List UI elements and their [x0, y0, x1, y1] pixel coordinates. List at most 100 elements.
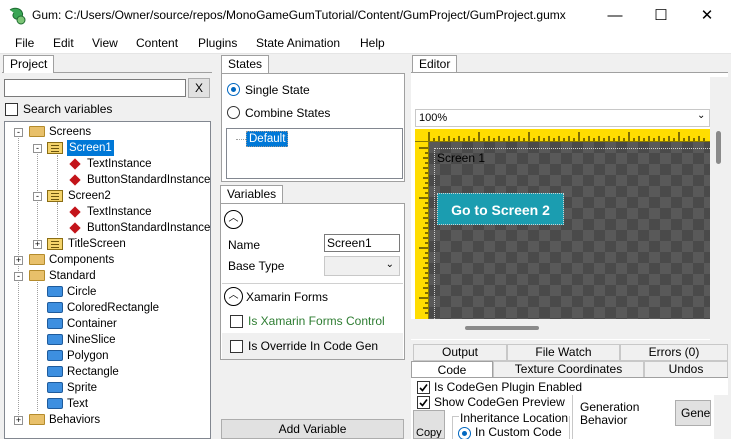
combine-states-radio[interactable]	[227, 106, 240, 119]
ruler-ticks	[419, 147, 428, 314]
is-override-codegen-label: Is Override In Code Gen	[248, 339, 379, 353]
screen-icon	[47, 238, 63, 250]
screen-label[interactable]: Screen 1	[437, 151, 485, 165]
standard-element-icon	[47, 398, 63, 409]
instance-icon	[69, 206, 81, 218]
tree-item-titlescreen[interactable]: + TitleScreen	[5, 236, 205, 252]
state-item-default[interactable]: Default	[246, 131, 289, 147]
tree-item-components[interactable]: + Components	[5, 252, 205, 268]
close-button[interactable]: ✕	[684, 0, 730, 32]
combine-states-label: Combine States	[245, 106, 331, 120]
expand-icon[interactable]: +	[33, 240, 42, 249]
tree-item-label: TextInstance	[87, 206, 152, 218]
clear-search-button[interactable]: X	[188, 78, 210, 98]
tree-item-buttonstandardinstance[interactable]: ButtonStandardInstance	[5, 220, 210, 236]
show-preview-checkbox[interactable]	[417, 396, 430, 409]
tree-connector	[236, 139, 246, 140]
xamarin-forms-header: Xamarin Forms	[246, 290, 329, 304]
scroll-thumb[interactable]	[465, 326, 539, 330]
search-input[interactable]	[4, 79, 186, 97]
is-xamarin-control-label: Is Xamarin Forms Control	[248, 314, 385, 328]
menu-plugins[interactable]: Plugins	[198, 36, 237, 50]
tree-item-rectangle[interactable]: Rectangle	[5, 364, 205, 380]
single-state-radio[interactable]	[227, 83, 240, 96]
tree-item-label: ButtonStandardInstance	[87, 222, 211, 234]
tab-output[interactable]: Output	[413, 344, 507, 361]
standard-element-icon	[47, 334, 63, 345]
menu-help[interactable]: Help	[360, 36, 385, 50]
tree-item-buttonstandardinstance[interactable]: ButtonStandardInstance	[5, 172, 210, 188]
minimize-button[interactable]: —	[592, 0, 638, 32]
tree-item-screen1[interactable]: - Screen1	[5, 140, 205, 156]
menu-content[interactable]: Content	[136, 36, 178, 50]
window-title: Gum: C:/Users/Owner/source/repos/MonoGam…	[32, 8, 566, 22]
maximize-button[interactable]: ☐	[638, 0, 684, 32]
tab-project[interactable]: Project	[3, 55, 55, 73]
collapse-icon[interactable]: -	[14, 272, 23, 281]
zoom-select[interactable]: 100%	[415, 109, 710, 127]
tree-item-standard[interactable]: - Standard	[5, 268, 205, 284]
tree-item-label: Rectangle	[67, 366, 119, 378]
project-tree[interactable]: - Screens - Screen1 TextInstance ButtonS…	[4, 121, 211, 439]
tree-item-nineslice[interactable]: NineSlice	[5, 332, 205, 348]
tree-item-screen2[interactable]: - Screen2	[5, 188, 205, 204]
editor-vertical-scrollbar[interactable]	[710, 77, 728, 340]
expand-icon[interactable]: +	[14, 256, 23, 265]
tree-item-label: Circle	[67, 286, 97, 298]
code-panel-scrollbar[interactable]	[714, 395, 728, 439]
ruler-vertical	[415, 142, 429, 319]
generation-behavior-select[interactable]: Gene	[675, 400, 711, 426]
menu-edit[interactable]: Edit	[53, 36, 74, 50]
collapse-icon[interactable]: -	[33, 144, 42, 153]
editor-horizontal-scrollbar[interactable]	[411, 319, 710, 339]
tree-item-screens[interactable]: - Screens	[5, 124, 205, 140]
menu-view[interactable]: View	[92, 36, 118, 50]
go-to-screen2-button[interactable]: Go to Screen 2	[437, 193, 564, 225]
tree-item-sprite[interactable]: Sprite	[5, 380, 205, 396]
inheritance-location-label: Inheritance Location	[459, 411, 570, 425]
checkmark-icon	[419, 399, 428, 407]
collapse-icon[interactable]: -	[14, 128, 23, 137]
tab-file-watch[interactable]: File Watch	[507, 344, 620, 361]
menu-state-animation[interactable]: State Animation	[256, 36, 340, 50]
expand-icon[interactable]: +	[14, 416, 23, 425]
tree-item-text[interactable]: Text	[5, 396, 205, 412]
tab-editor[interactable]: Editor	[412, 55, 458, 73]
scroll-thumb[interactable]	[716, 131, 721, 164]
tree-item-label: Polygon	[67, 350, 109, 362]
standard-element-icon	[47, 382, 63, 393]
tab-undos[interactable]: Undos	[644, 361, 728, 378]
tree-item-textinstance[interactable]: TextInstance	[5, 156, 205, 172]
in-custom-code-radio[interactable]	[458, 427, 471, 439]
search-variables-checkbox[interactable]	[5, 103, 18, 116]
standard-element-icon	[47, 318, 63, 329]
collapse-up-icon[interactable]: ︿	[224, 287, 243, 306]
standard-element-icon	[47, 350, 63, 361]
copy-button[interactable]: Copy	[413, 410, 445, 439]
name-field[interactable]: Screen1	[324, 234, 400, 252]
codegen-enabled-checkbox[interactable]	[417, 381, 430, 394]
collapse-icon[interactable]: -	[33, 192, 42, 201]
tree-item-label: TitleScreen	[68, 238, 126, 250]
is-override-codegen-checkbox[interactable]	[230, 340, 243, 353]
folder-icon	[29, 270, 45, 281]
tree-item-label: Screens	[49, 126, 92, 138]
tree-item-coloredrectangle[interactable]: ColoredRectangle	[5, 300, 205, 316]
add-variable-button[interactable]: Add Variable	[221, 419, 404, 439]
tree-item-polygon[interactable]: Polygon	[5, 348, 205, 364]
tree-item-textinstance[interactable]: TextInstance	[5, 204, 205, 220]
tab-errors[interactable]: Errors (0)	[620, 344, 728, 361]
tab-texture-coordinates[interactable]: Texture Coordinates	[493, 361, 644, 378]
tree-item-container[interactable]: Container	[5, 316, 205, 332]
tab-variables[interactable]: Variables	[220, 185, 284, 203]
tab-states[interactable]: States	[221, 55, 270, 73]
menu-file[interactable]: File	[15, 36, 34, 50]
tree-item-behaviors[interactable]: + Behaviors	[5, 412, 205, 428]
tree-item-circle[interactable]: Circle	[5, 284, 205, 300]
base-type-select[interactable]: ⌄	[324, 256, 400, 276]
collapse-up-icon[interactable]: ︿	[224, 210, 243, 229]
name-label: Name	[228, 238, 261, 252]
divider	[222, 283, 403, 284]
gum-app-icon	[8, 7, 26, 25]
is-xamarin-control-checkbox[interactable]	[230, 315, 243, 328]
